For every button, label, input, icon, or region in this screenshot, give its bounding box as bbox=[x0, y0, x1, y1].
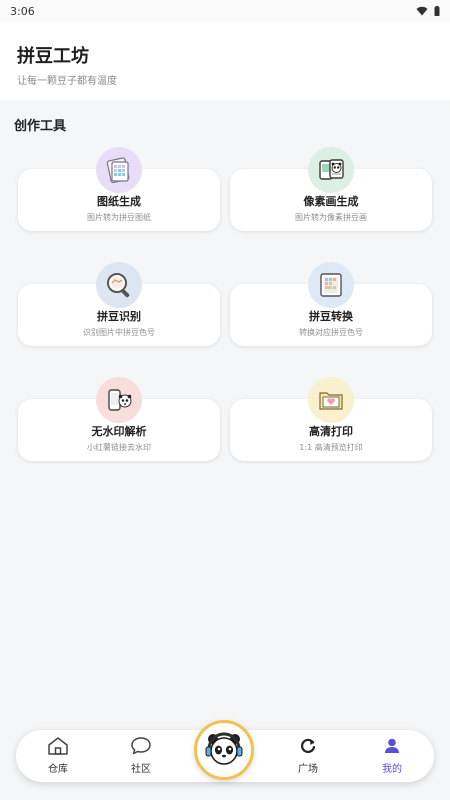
pixel-panda-icon bbox=[308, 147, 354, 193]
tool-card-pixel-art[interactable]: 像素画生成 图片转为像素拼豆画 bbox=[230, 147, 432, 231]
status-icons bbox=[416, 6, 440, 16]
tab-label: 我的 bbox=[382, 764, 402, 775]
convert-board-icon bbox=[308, 262, 354, 308]
app-title: 拼豆工坊 bbox=[17, 46, 89, 67]
tool-desc: 小红薯链接去水印 bbox=[87, 443, 151, 452]
tab-community[interactable]: 社区 bbox=[111, 736, 171, 778]
battery-icon bbox=[434, 6, 440, 16]
tool-desc: 图片转为像素拼豆画 bbox=[295, 213, 367, 222]
tool-title: 高清打印 bbox=[309, 425, 353, 438]
print-folder-icon bbox=[308, 377, 354, 423]
person-icon bbox=[385, 738, 399, 753]
section-title: 创作工具 bbox=[14, 119, 67, 134]
tool-title: 像素画生成 bbox=[303, 195, 359, 208]
tool-card-pattern[interactable]: 图纸生成 图片转为拼豆图纸 bbox=[18, 147, 220, 231]
chat-bubble-icon bbox=[131, 737, 151, 755]
app-subtitle: 让每一颗豆子都有温度 bbox=[17, 76, 117, 87]
status-time: 3:06 bbox=[10, 4, 35, 18]
tab-mine[interactable]: 我的 bbox=[362, 736, 422, 778]
tool-title: 拼豆识别 bbox=[97, 310, 141, 323]
status-bar: 3:06 bbox=[0, 0, 450, 22]
app-header: 拼豆工坊 让每一颗豆子都有温度 bbox=[0, 22, 450, 100]
tool-title: 拼豆转换 bbox=[309, 310, 353, 323]
tool-desc: 1:1 高清预览打印 bbox=[299, 443, 363, 452]
tool-card-no-watermark[interactable]: 无水印解析 小红薯链接去水印 bbox=[18, 377, 220, 461]
home-icon bbox=[48, 737, 68, 755]
tool-title: 无水印解析 bbox=[91, 425, 147, 438]
tool-card-print[interactable]: 高清打印 1:1 高清预览打印 bbox=[230, 377, 432, 461]
pattern-sheet-icon bbox=[96, 147, 142, 193]
panda-headphones-icon bbox=[205, 732, 243, 765]
magnifier-icon bbox=[96, 262, 142, 308]
tab-label: 广场 bbox=[298, 764, 318, 775]
wifi-icon bbox=[416, 6, 428, 16]
tool-title: 图纸生成 bbox=[97, 195, 141, 208]
center-panda-button[interactable] bbox=[194, 720, 254, 780]
tool-desc: 转换对应拼豆色号 bbox=[299, 328, 363, 337]
tab-warehouse[interactable]: 仓库 bbox=[28, 736, 88, 778]
tab-plaza[interactable]: 广场 bbox=[278, 736, 338, 778]
phone-panda-icon bbox=[96, 377, 142, 423]
tab-label: 社区 bbox=[131, 764, 151, 775]
tool-card-recognize[interactable]: 拼豆识别 识别图片中拼豆色号 bbox=[18, 262, 220, 346]
tool-desc: 识别图片中拼豆色号 bbox=[83, 328, 155, 337]
refresh-icon bbox=[301, 738, 316, 754]
tool-desc: 图片转为拼豆图纸 bbox=[87, 213, 151, 222]
tab-label: 仓库 bbox=[48, 764, 68, 775]
tool-card-convert[interactable]: 拼豆转换 转换对应拼豆色号 bbox=[230, 262, 432, 346]
